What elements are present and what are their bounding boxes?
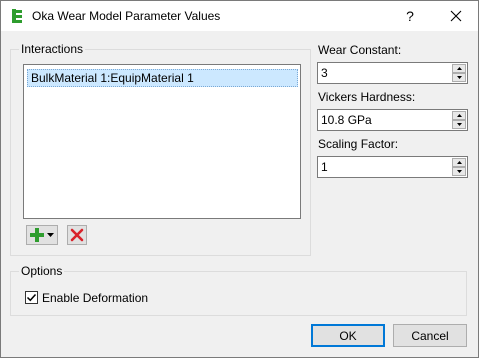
spin-down-button[interactable] — [452, 120, 466, 129]
window-title: Oka Wear Model Parameter Values — [32, 9, 221, 23]
scaling-factor-spinbox[interactable] — [317, 156, 468, 178]
scaling-factor-input[interactable] — [318, 157, 450, 177]
interactions-list[interactable]: BulkMaterial 1:EquipMaterial 1 — [23, 64, 301, 219]
dropdown-arrow-icon — [47, 233, 54, 237]
checkmark-icon — [26, 293, 37, 302]
arrow-up-icon — [456, 114, 462, 117]
list-item[interactable]: BulkMaterial 1:EquipMaterial 1 — [27, 69, 298, 87]
remove-interaction-button[interactable] — [67, 225, 87, 245]
spin-up-button[interactable] — [452, 64, 466, 73]
plus-icon — [30, 228, 44, 242]
vickers-hardness-spinbox[interactable] — [317, 109, 468, 131]
scaling-factor-label: Scaling Factor: — [318, 137, 399, 151]
vickers-hardness-spin-buttons — [452, 111, 466, 129]
enable-deformation-checkbox[interactable] — [25, 291, 38, 304]
ok-button[interactable]: OK — [311, 324, 385, 347]
add-interaction-button[interactable] — [26, 225, 58, 245]
cancel-button[interactable]: Cancel — [393, 324, 467, 347]
vickers-hardness-input[interactable] — [318, 110, 450, 130]
spin-up-button[interactable] — [452, 111, 466, 120]
title-bar: Oka Wear Model Parameter Values ? — [1, 1, 478, 31]
options-group-label: Options — [19, 264, 65, 278]
vickers-hardness-label: Vickers Hardness: — [318, 90, 416, 104]
app-icon — [12, 9, 22, 23]
arrow-down-icon — [456, 76, 462, 79]
wear-constant-label: Wear Constant: — [318, 43, 402, 57]
dialog-window: Oka Wear Model Parameter Values ? Intera… — [0, 0, 479, 358]
wear-constant-spin-buttons — [452, 64, 466, 82]
arrow-down-icon — [456, 170, 462, 173]
red-x-icon — [70, 228, 84, 242]
interactions-group-label: Interactions — [19, 42, 86, 56]
close-button[interactable] — [433, 1, 479, 31]
scaling-factor-spin-buttons — [452, 158, 466, 176]
wear-constant-input[interactable] — [318, 63, 450, 83]
close-icon — [450, 10, 462, 22]
arrow-down-icon — [456, 123, 462, 126]
spin-up-button[interactable] — [452, 158, 466, 167]
help-button[interactable]: ? — [387, 1, 433, 31]
arrow-up-icon — [456, 161, 462, 164]
spin-down-button[interactable] — [452, 167, 466, 176]
arrow-up-icon — [456, 67, 462, 70]
enable-deformation-label[interactable]: Enable Deformation — [42, 291, 148, 305]
spin-down-button[interactable] — [452, 73, 466, 82]
wear-constant-spinbox[interactable] — [317, 62, 468, 84]
